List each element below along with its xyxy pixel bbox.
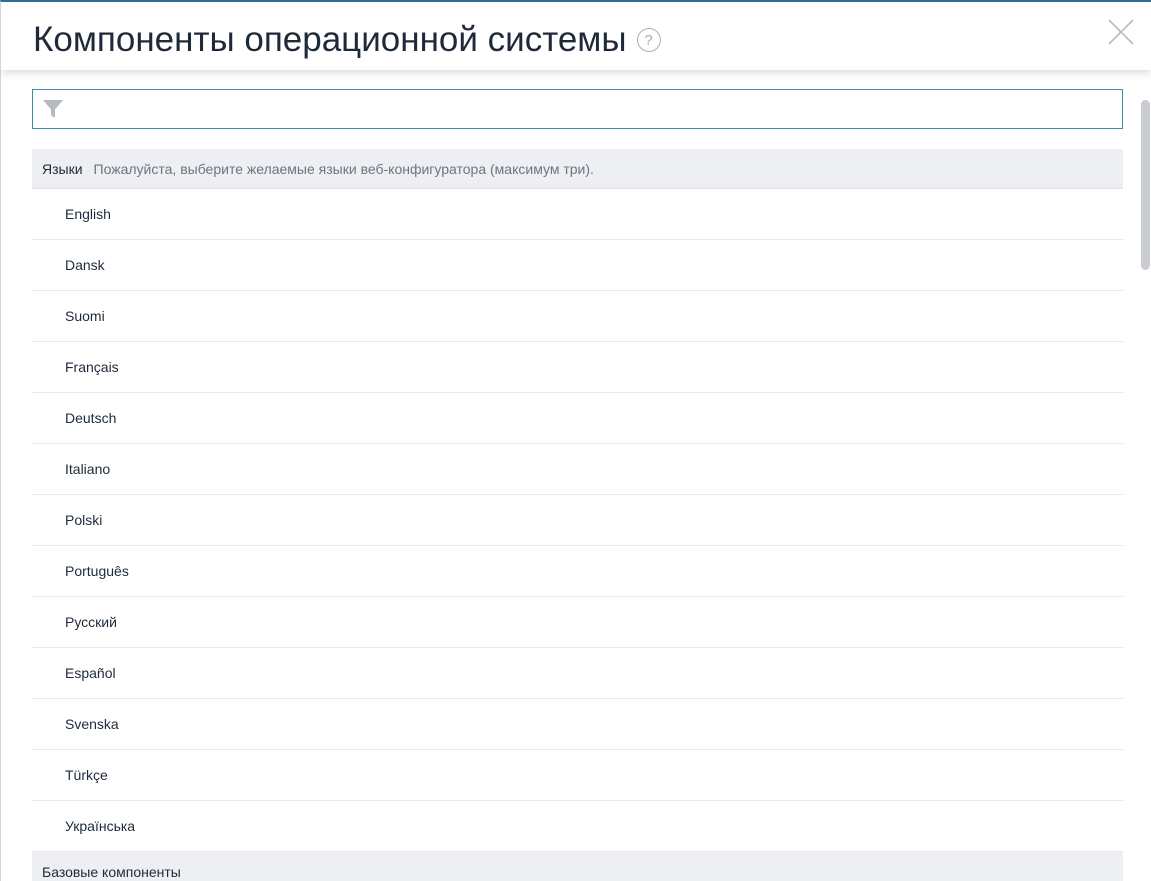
section-title: Языки bbox=[42, 160, 83, 177]
language-option[interactable]: Suomi bbox=[32, 291, 1123, 342]
language-option[interactable]: Deutsch bbox=[32, 393, 1123, 444]
dialog-body: Языки Пожалуйста, выберите желаемые языки… bbox=[1, 70, 1151, 881]
close-button[interactable] bbox=[1107, 18, 1135, 46]
language-option[interactable]: Svenska bbox=[32, 699, 1123, 750]
scrollbar-thumb[interactable] bbox=[1141, 100, 1150, 270]
language-option[interactable]: Français bbox=[32, 342, 1123, 393]
section-title: Базовые компоненты bbox=[42, 863, 181, 880]
close-icon bbox=[1108, 19, 1134, 45]
language-option[interactable]: English bbox=[32, 189, 1123, 240]
dialog-title: Компоненты операционной системы ? bbox=[33, 20, 661, 60]
language-option[interactable]: Português bbox=[32, 546, 1123, 597]
components-list: Языки Пожалуйста, выберите желаемые языки… bbox=[32, 149, 1123, 881]
language-option[interactable]: Español bbox=[32, 648, 1123, 699]
language-option[interactable]: Dansk bbox=[32, 240, 1123, 291]
section-header: Языки Пожалуйста, выберите желаемые языки… bbox=[32, 149, 1123, 189]
filter-box[interactable] bbox=[32, 89, 1123, 129]
section-header: Базовые компоненты bbox=[32, 852, 1123, 881]
language-option[interactable]: Русский bbox=[32, 597, 1123, 648]
section-description: Пожалуйста, выберите желаемые языки веб-… bbox=[93, 160, 594, 177]
filter-input[interactable] bbox=[64, 90, 1122, 128]
language-option[interactable]: Українська bbox=[32, 801, 1123, 852]
os-components-dialog: Компоненты операционной системы ? Языки П… bbox=[0, 0, 1151, 881]
language-option[interactable]: Polski bbox=[32, 495, 1123, 546]
scrollbar[interactable] bbox=[1139, 70, 1151, 881]
language-option[interactable]: Türkçe bbox=[32, 750, 1123, 801]
dialog-header: Компоненты операционной системы ? bbox=[1, 2, 1151, 70]
help-circle-icon[interactable]: ? bbox=[636, 28, 661, 52]
dialog-title-text: Компоненты операционной системы bbox=[33, 20, 627, 59]
language-option[interactable]: Italiano bbox=[32, 444, 1123, 495]
filter-funnel-icon bbox=[43, 100, 63, 118]
